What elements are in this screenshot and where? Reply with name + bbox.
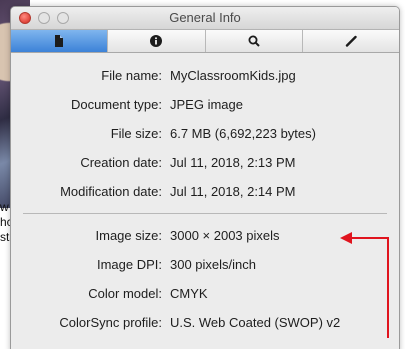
info-row-color-model: Color model: CMYK bbox=[11, 279, 399, 308]
info-content: File name: MyClassroomKids.jpg Document … bbox=[11, 53, 399, 337]
creation-date-label: Creation date: bbox=[80, 155, 162, 170]
file-name-label: File name: bbox=[101, 68, 162, 83]
color-model-value: CMYK bbox=[170, 286, 208, 301]
info-icon bbox=[150, 35, 163, 47]
info-row-image-dpi: Image DPI: 300 pixels/inch bbox=[11, 250, 399, 279]
colorsync-profile-value: U.S. Web Coated (SWOP) v2 bbox=[170, 315, 341, 330]
search-icon bbox=[248, 35, 260, 47]
pencil-icon bbox=[345, 35, 357, 47]
info-row-file-size: File size: 6.7 MB (6,692,223 bytes) bbox=[11, 119, 399, 148]
creation-date-value: Jul 11, 2018, 2:13 PM bbox=[170, 155, 296, 170]
color-model-label: Color model: bbox=[88, 286, 162, 301]
section-divider bbox=[23, 213, 387, 214]
window-title: General Info bbox=[169, 10, 241, 25]
image-size-label: Image size: bbox=[95, 228, 162, 243]
file-size-label: File size: bbox=[110, 126, 162, 141]
screen: w I hc sta General Info File name: MyCla… bbox=[0, 0, 405, 349]
image-dpi-label: Image DPI: bbox=[96, 257, 162, 272]
document-type-value: JPEG image bbox=[170, 97, 243, 112]
info-row-file-name: File name: MyClassroomKids.jpg bbox=[11, 61, 399, 90]
tab-annotations[interactable] bbox=[303, 30, 399, 52]
file-name-value: MyClassroomKids.jpg bbox=[170, 68, 296, 83]
file-size-value: 6.7 MB (6,692,223 bytes) bbox=[170, 126, 316, 141]
image-size-value: 3000 × 2003 pixels bbox=[170, 228, 280, 243]
modification-date-value: Jul 11, 2018, 2:14 PM bbox=[170, 184, 296, 199]
document-icon bbox=[55, 35, 64, 47]
info-row-modification-date: Modification date: Jul 11, 2018, 2:14 PM bbox=[11, 177, 399, 206]
modification-date-label: Modification date: bbox=[60, 184, 162, 199]
info-window: General Info File name: MyClassroomKids.… bbox=[10, 6, 400, 349]
info-row-creation-date: Creation date: Jul 11, 2018, 2:13 PM bbox=[11, 148, 399, 177]
info-row-image-size: Image size: 3000 × 2003 pixels bbox=[11, 221, 399, 250]
tab-search[interactable] bbox=[206, 30, 303, 52]
title-bar[interactable]: General Info bbox=[11, 7, 399, 30]
image-dpi-value: 300 pixels/inch bbox=[170, 257, 256, 272]
colorsync-profile-label: ColorSync profile: bbox=[59, 315, 162, 330]
info-row-colorsync-profile: ColorSync profile: U.S. Web Coated (SWOP… bbox=[11, 308, 399, 337]
inspector-toolbar bbox=[11, 30, 399, 53]
info-row-document-type: Document type: JPEG image bbox=[11, 90, 399, 119]
tab-more-info[interactable] bbox=[108, 30, 206, 52]
document-type-label: Document type: bbox=[70, 97, 162, 112]
tab-general-info[interactable] bbox=[11, 30, 109, 52]
